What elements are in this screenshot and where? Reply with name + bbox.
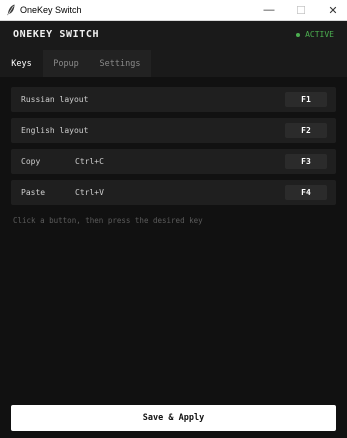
save-apply-button[interactable]: Save & Apply [11,405,336,431]
tab-settings[interactable]: Settings [89,50,151,77]
binding-combo-label: Ctrl+C [75,157,104,166]
binding-row-paste: Paste Ctrl+V F4 [11,180,336,205]
status-label: ACTIVE [305,30,334,39]
close-button[interactable]: ✕ [318,0,347,20]
binding-combo-label: Ctrl+V [75,188,104,197]
feather-icon [6,4,16,16]
keys-panel: Russian layout F1 English layout F2 Copy… [0,77,347,401]
hint-text: Click a button, then press the desired k… [13,216,203,225]
binding-row-english-layout: English layout F2 [11,118,336,143]
binding-row-russian-layout: Russian layout F1 [11,87,336,112]
key-assign-button[interactable]: F4 [285,185,327,200]
key-assign-button[interactable]: F1 [285,92,327,107]
footer: Save & Apply [0,401,347,438]
tab-keys[interactable]: Keys [0,50,43,77]
window-title: OneKey Switch [20,5,82,15]
status-indicator: ACTIVE [296,30,334,39]
app-brand: ONEKEY SWITCH [13,29,100,40]
binding-action-label: Paste [21,188,46,197]
maximize-button[interactable]: ☐ [286,0,316,20]
window-titlebar: OneKey Switch — ☐ ✕ [0,0,347,21]
key-assign-button[interactable]: F2 [285,123,327,138]
status-dot-icon [296,32,301,37]
tab-popup[interactable]: Popup [43,50,89,77]
tab-bar: Keys Popup Settings [0,50,347,77]
minimize-button[interactable]: — [254,0,284,20]
app-header: ONEKEY SWITCH ACTIVE [0,21,347,50]
key-assign-button[interactable]: F3 [285,154,327,169]
binding-action-label: Copy [21,157,41,166]
binding-action-label: Russian layout [21,95,89,104]
binding-row-copy: Copy Ctrl+C F3 [11,149,336,174]
binding-action-label: English layout [21,126,89,135]
